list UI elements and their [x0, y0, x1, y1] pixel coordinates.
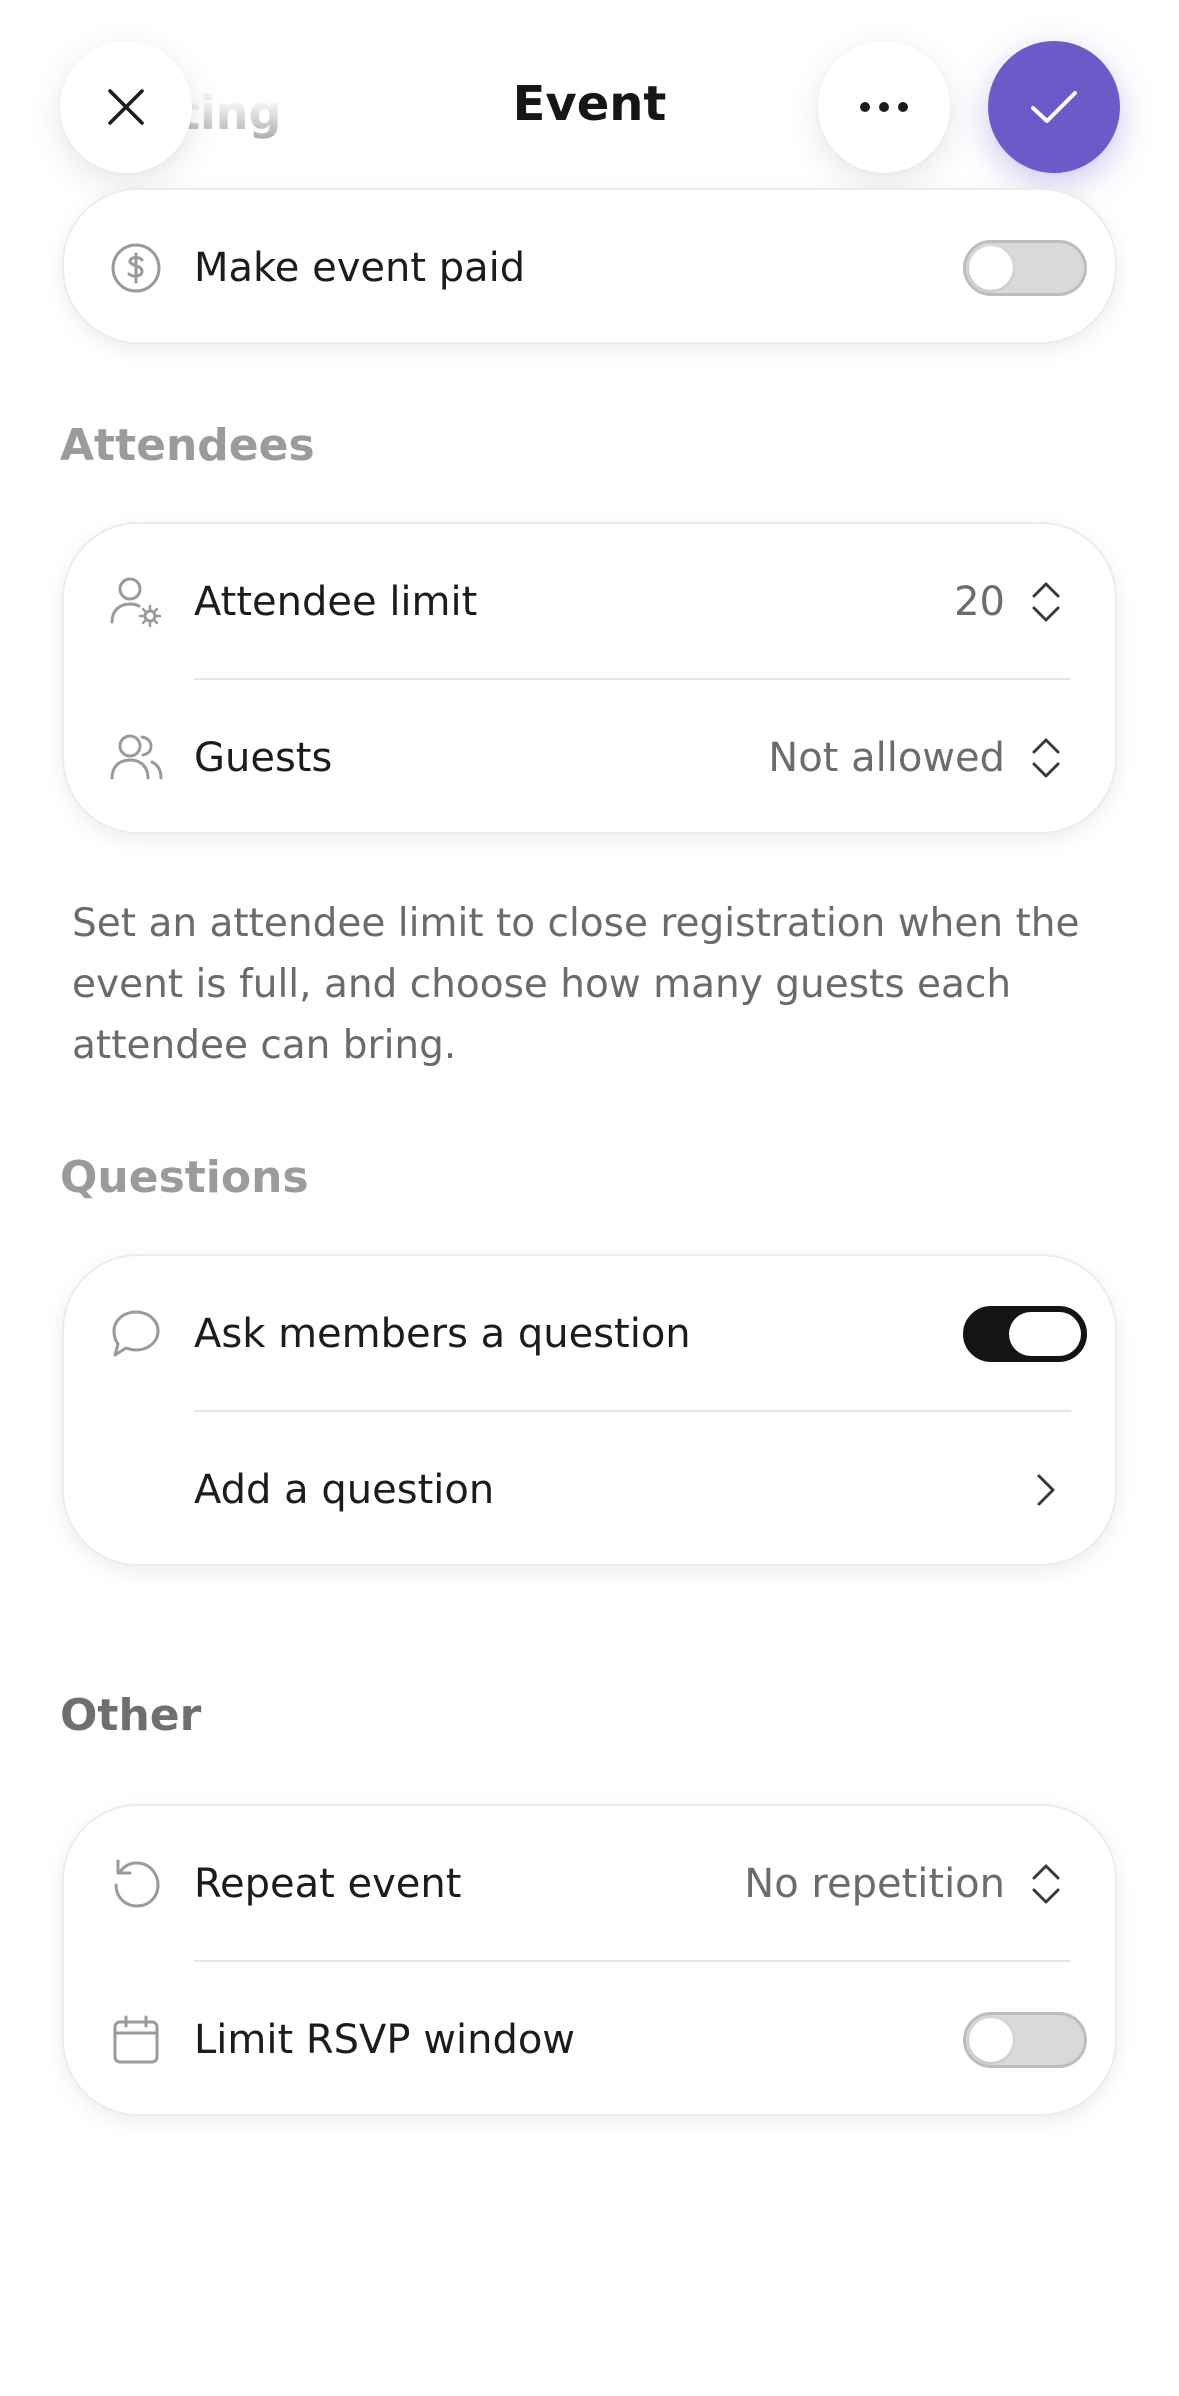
other-card: Repeat event No repetition Limit RSVP wi… [62, 1804, 1117, 2116]
questions-card: Ask members a question Add a question [62, 1254, 1117, 1566]
guests-label: Guests [194, 735, 333, 781]
limit-rsvp-label: Limit RSVP window [194, 2017, 576, 2063]
add-question-row[interactable]: Add a question [64, 1412, 1115, 1568]
attendees-card: Attendee limit 20 Guests Not allowed [62, 522, 1117, 834]
section-title-other: Other [60, 1690, 202, 1741]
limit-rsvp-row[interactable]: Limit RSVP window [64, 1962, 1115, 2118]
attendee-limit-label: Attendee limit [194, 579, 478, 625]
user-settings-icon [108, 574, 164, 630]
guests-value: Not allowed [768, 735, 1005, 781]
repeat-event-value: No repetition [744, 1861, 1005, 1907]
make-paid-label: Make event paid [194, 245, 526, 291]
attendee-limit-row[interactable]: Attendee limit 20 [64, 524, 1115, 680]
stepper-chevrons-icon [1032, 582, 1060, 622]
more-options-button[interactable] [818, 41, 950, 173]
section-title-attendees: Attendees [60, 420, 315, 471]
stepper-chevrons-icon [1032, 1864, 1060, 1904]
add-question-label: Add a question [194, 1467, 495, 1513]
check-icon [1031, 91, 1077, 123]
ask-question-label: Ask members a question [194, 1311, 691, 1357]
toggle-knob [1009, 1312, 1081, 1356]
repeat-event-label: Repeat event [194, 1861, 462, 1907]
make-paid-toggle[interactable] [963, 240, 1087, 296]
users-icon [108, 730, 164, 786]
section-title-questions: Questions [60, 1152, 309, 1203]
toggle-knob [969, 2018, 1013, 2062]
repeat-event-row[interactable]: Repeat event No repetition [64, 1806, 1115, 1962]
calendar-icon [108, 2012, 164, 2068]
ask-question-toggle[interactable] [963, 1306, 1087, 1362]
attendee-limit-value: 20 [954, 579, 1005, 625]
make-paid-row[interactable]: Make event paid [64, 190, 1115, 346]
dollar-circle-icon [108, 240, 164, 296]
chat-bubble-icon [108, 1306, 164, 1362]
confirm-button[interactable] [988, 41, 1120, 173]
paid-card: Make event paid [62, 188, 1117, 344]
chevron-right-icon [1037, 1474, 1055, 1506]
guests-row[interactable]: Guests Not allowed [64, 680, 1115, 836]
attendees-help-text: Set an attendee limit to close registrat… [72, 901, 1080, 1068]
toggle-knob [969, 246, 1013, 290]
more-icon [860, 102, 908, 112]
ask-question-row[interactable]: Ask members a question [64, 1256, 1115, 1412]
limit-rsvp-toggle[interactable] [963, 2012, 1087, 2068]
event-settings-screen: ting Event Make event paid [0, 0, 1179, 2396]
stepper-chevrons-icon [1032, 738, 1060, 778]
repeat-icon [108, 1856, 164, 1912]
